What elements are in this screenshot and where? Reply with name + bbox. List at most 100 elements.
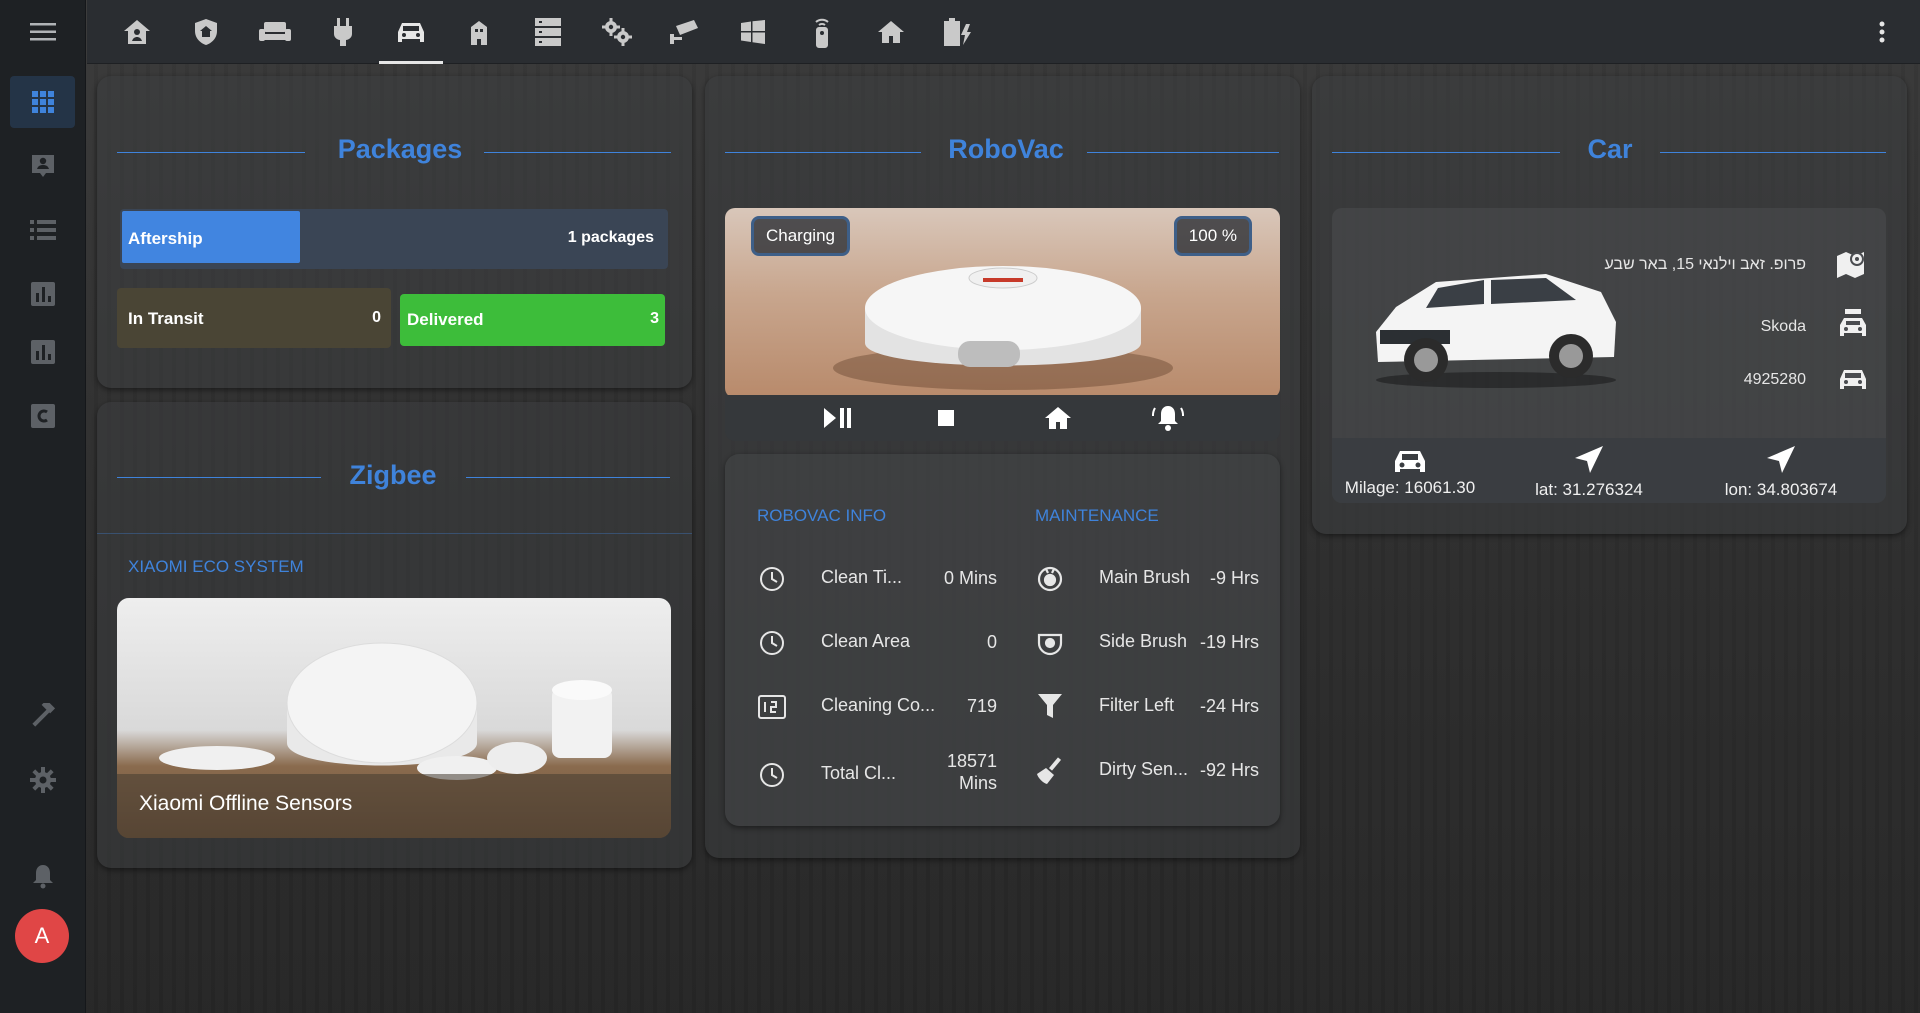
packages-title: Packages [337,134,463,164]
title-divider-right [1087,152,1279,153]
maintenance-row-main-brush[interactable]: Main Brush -9 Hrs [1035,558,1259,598]
play-pause-button[interactable] [821,404,855,432]
latitude-value: lat: 31.276324 [1535,480,1643,499]
robovac-info-heading: ROBOVAC INFO [757,506,887,525]
in-transit-value: 0 [372,309,381,326]
sidebar-item-custom[interactable] [10,390,75,442]
title-divider-left [117,477,321,478]
maintenance-row-side-brush[interactable]: Side Brush -19 Hrs [1035,622,1259,662]
maintenance-name: Dirty Sen... [1099,759,1189,779]
shield-home-icon [193,18,219,46]
cogs-icon [602,18,632,46]
image-caption-bar: Xiaomi Offline Sensors [117,774,671,838]
tab-windows[interactable] [721,0,785,64]
car-card: Car פרופ. זאב וילנאי 15, באר שבע Skoda 4… [1312,76,1907,534]
tab-cctv[interactable] [653,0,717,64]
in-transit-label: In Transit [128,309,204,328]
filter-icon [1035,692,1065,722]
home-account-icon [123,19,151,45]
dashboard-grid-icon [31,90,55,114]
sidebar-item-settings[interactable] [10,754,75,806]
sidebar-item-developer-tools[interactable] [10,690,75,742]
gear-icon [29,767,56,793]
cctv-icon [670,20,700,44]
tab-battery-charging[interactable] [927,0,991,64]
car-make: Skoda [1760,318,1806,335]
car-icon [1332,448,1488,474]
title-divider-left [1332,152,1560,153]
zigbee-caption: Xiaomi Offline Sensors [139,792,353,815]
maintenance-row-dirty-sensor[interactable]: Dirty Sen... -92 Hrs [1035,750,1259,790]
milage-stat[interactable]: Milage: 16061.30 [1332,448,1488,498]
sidebar-item-logbook[interactable] [10,204,75,256]
info-value: 719 [966,696,997,716]
more-options-icon[interactable] [1874,18,1890,46]
bell-ring-icon [1152,404,1184,432]
navigation-icon [1698,444,1864,476]
tab-shield-home[interactable] [174,0,238,64]
info-row-total-clean[interactable]: Total Cl... 18571 Mins [757,750,997,800]
zigbee-subtitle: XIAOMI ECO SYSTEM [128,557,304,576]
sidebar-item-history[interactable] [10,268,75,320]
delivered-value: 3 [650,310,659,327]
account-box-icon [30,153,56,179]
in-transit-tile[interactable]: In Transit 0 [117,288,391,348]
battery-charging-icon [944,18,974,46]
counter-icon [757,692,787,722]
windows-icon [741,20,765,44]
robovac-controls [725,395,1280,441]
latitude-stat[interactable]: lat: 31.276324 [1506,444,1672,500]
sidebar-item-profile[interactable] [10,140,75,192]
info-row-clean-area[interactable]: Clean Area 0 [757,622,997,662]
list-icon [29,219,56,241]
robovac-battery-badge: 100 % [1173,216,1252,256]
maintenance-value: -9 Hrs [1210,568,1259,588]
sidebar-item-energy[interactable] [10,326,75,378]
home-icon [1045,407,1071,429]
info-name: Total Cl... [821,763,897,783]
tab-server[interactable] [516,0,580,64]
robovac-info-card: ROBOVAC INFO MAINTENANCE Clean Ti... 0 M… [725,454,1280,826]
bell-icon [31,863,55,889]
zigbee-card: Zigbee XIAOMI ECO SYSTEM Xiaomi Offline … [97,402,692,868]
c-box-icon [30,404,55,428]
city-icon [469,19,489,45]
maintenance-heading: MAINTENANCE [1035,506,1159,525]
avatar[interactable]: A [15,909,69,963]
tab-city[interactable] [447,0,511,64]
maintenance-name: Filter Left [1099,695,1175,715]
sidebar-item-notifications[interactable] [10,850,75,902]
tab-remote[interactable] [790,0,854,64]
sidebar-item-overview[interactable] [10,76,75,128]
maintenance-name: Side Brush [1099,631,1188,651]
delivered-tile[interactable]: Delivered 3 [400,294,665,346]
info-name: Clean Ti... [821,567,903,587]
maintenance-value: -24 Hrs [1199,696,1259,716]
title-divider-left [117,152,305,153]
locate-button[interactable] [1151,404,1185,432]
longitude-stat[interactable]: lon: 34.803674 [1698,444,1864,500]
stop-button[interactable] [929,404,963,432]
maintenance-row-filter[interactable]: Filter Left -24 Hrs [1035,686,1259,726]
clock-icon [757,760,787,790]
aftership-bar[interactable]: Aftership 1 packages [120,209,668,269]
xiaomi-sensors-image[interactable]: Xiaomi Offline Sensors [117,598,671,838]
map-marker-icon[interactable] [1836,248,1870,282]
tab-home-account[interactable] [105,0,169,64]
info-row-clean-time[interactable]: Clean Ti... 0 Mins [757,558,997,598]
broom-icon [1035,756,1065,786]
tab-cogs[interactable] [585,0,649,64]
return-home-button[interactable] [1041,404,1075,432]
info-name: Clean Area [821,631,911,651]
car-panel: פרופ. זאב וילנאי 15, באר שבע Skoda 49252… [1332,208,1886,503]
tab-sofa[interactable] [243,0,307,64]
menu-icon[interactable] [24,17,62,47]
tab-home[interactable] [859,0,923,64]
tab-car[interactable] [379,0,443,64]
robovac-image[interactable]: Charging 100 % [725,208,1280,398]
zigbee-title: Zigbee [349,460,437,490]
tab-power-plug[interactable] [311,0,375,64]
robot-brush-icon [1035,564,1065,594]
packages-card: Packages Aftership 1 packages In Transit… [97,76,692,388]
info-row-cleaning-count[interactable]: Cleaning Co... 719 [757,686,997,726]
